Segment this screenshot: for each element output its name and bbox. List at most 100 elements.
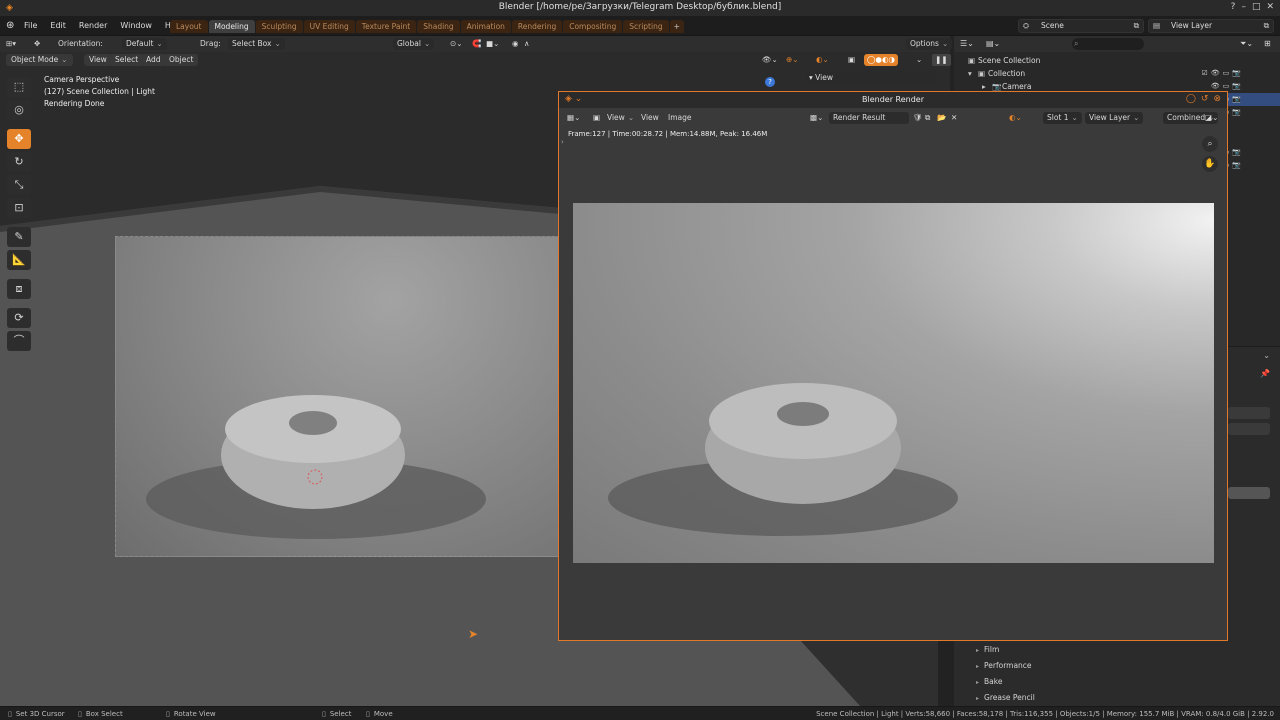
tab-texture-paint[interactable]: Texture Paint bbox=[355, 20, 417, 33]
visibility-icon[interactable]: 👁⌄ bbox=[762, 54, 778, 66]
tab-modeling[interactable]: Modeling bbox=[208, 20, 255, 33]
duplicate-image-icon[interactable]: ⧉ bbox=[925, 112, 930, 124]
transform-orientation-dropdown[interactable]: Global ⌄ bbox=[393, 38, 435, 50]
mode-selector[interactable]: Object Mode ⌄ bbox=[6, 54, 73, 66]
section-bake[interactable]: ▸ Bake bbox=[976, 677, 1002, 686]
options-dropdown[interactable]: Options ⌄ bbox=[906, 38, 953, 50]
rotate-tool-icon[interactable]: ↻ bbox=[7, 152, 31, 172]
image-name-field[interactable]: Render Result bbox=[829, 112, 909, 124]
zoom-icon[interactable]: ⌕ bbox=[1202, 136, 1218, 152]
properties-field[interactable] bbox=[1228, 487, 1270, 499]
menu-image[interactable]: Image bbox=[668, 112, 692, 124]
snap-icon[interactable]: 🧲 bbox=[472, 38, 481, 50]
pan-hand-icon[interactable]: ✋ bbox=[1202, 156, 1218, 172]
visibility-toggles[interactable]: ☑👁▭📷 bbox=[1202, 67, 1245, 80]
new-scene-icon[interactable]: ⧉ bbox=[1134, 20, 1139, 32]
add-workspace-button[interactable]: + bbox=[669, 20, 684, 33]
help-icon[interactable]: ? bbox=[1231, 2, 1236, 12]
scene-selector[interactable]: ⛭ Scene ⧉ bbox=[1018, 19, 1144, 33]
falloff-icon[interactable]: ∧ bbox=[524, 38, 530, 50]
select-tool-icon[interactable]: ⬚ bbox=[7, 77, 31, 97]
display-mode-icon[interactable]: ▤⌄ bbox=[986, 38, 1000, 50]
properties-field[interactable] bbox=[1228, 423, 1270, 435]
properties-options-icon[interactable]: ⌄ bbox=[1263, 351, 1270, 360]
section-film[interactable]: ▸ Film bbox=[976, 645, 999, 654]
pause-render-icon[interactable]: ❚❚ bbox=[932, 54, 951, 66]
menu-render[interactable]: Render bbox=[79, 21, 107, 30]
overlay-toggle-icon[interactable]: ◐⌄ bbox=[816, 54, 829, 66]
maximize-icon[interactable]: □ bbox=[1252, 2, 1261, 12]
menu-edit[interactable]: Edit bbox=[50, 21, 66, 30]
menu-select[interactable]: Select bbox=[110, 54, 144, 66]
tab-shading[interactable]: Shading bbox=[417, 20, 460, 33]
spin-tool-icon[interactable]: ⟳ bbox=[7, 308, 31, 328]
filter-icon[interactable]: ⏷⌄ bbox=[1240, 38, 1253, 50]
sidebar-expand-icon[interactable]: › bbox=[561, 138, 564, 146]
section-performance[interactable]: ▸ Performance bbox=[976, 661, 1032, 670]
menu-file[interactable]: File bbox=[24, 21, 37, 30]
pivot-point-icon[interactable]: ⊙⌄ bbox=[450, 38, 463, 50]
tab-animation[interactable]: Animation bbox=[460, 20, 511, 33]
annotate-tool-icon[interactable]: ✎ bbox=[7, 227, 31, 247]
help-hint-icon[interactable]: ? bbox=[765, 77, 775, 87]
minimize-icon[interactable]: – bbox=[1241, 2, 1246, 12]
image-editor-type-icon[interactable]: ▦⌄ bbox=[567, 112, 580, 124]
image-browse-icon[interactable]: ▩⌄ bbox=[810, 112, 823, 124]
unlink-image-icon[interactable]: ✕ bbox=[951, 112, 957, 124]
tab-scripting[interactable]: Scripting bbox=[623, 20, 669, 33]
gizmo-toggle-icon[interactable]: ⊕⌄ bbox=[786, 54, 799, 66]
tab-layout[interactable]: Layout bbox=[170, 20, 208, 33]
measure-tool-icon[interactable]: 📐 bbox=[7, 250, 31, 270]
menu-view-dropdown[interactable]: View ⌄ bbox=[607, 112, 634, 124]
outliner-row-scene-collection[interactable]: ▣ Scene Collection bbox=[954, 54, 1280, 67]
minimize-icon[interactable]: ◯ bbox=[1186, 94, 1196, 104]
move-tool-icon[interactable]: ✥ bbox=[7, 129, 31, 149]
menu-object[interactable]: Object bbox=[164, 54, 199, 66]
menu-view[interactable]: View bbox=[84, 54, 112, 66]
shading-options-icon[interactable]: ⌄ bbox=[916, 54, 922, 66]
close-icon[interactable]: ⊗ bbox=[1213, 94, 1221, 104]
add-cube-tool-icon[interactable]: ⧈ bbox=[7, 279, 31, 299]
display-channels-icon[interactable]: ◪⌄ bbox=[1205, 112, 1218, 124]
outliner-editor-type-icon[interactable]: ☰⌄ bbox=[960, 38, 974, 50]
collapsed-icon: ▸ bbox=[976, 679, 980, 686]
menu-view[interactable]: View bbox=[641, 112, 659, 124]
overlay-icon[interactable]: ◐⌄ bbox=[1009, 112, 1022, 124]
view-layer-selector[interactable]: ▤ View Layer ⧉ bbox=[1148, 19, 1274, 33]
restore-icon[interactable]: ↺ bbox=[1201, 94, 1209, 104]
sidebar-view-panel[interactable]: ▾ View bbox=[806, 71, 936, 84]
xray-icon[interactable]: ▣ bbox=[848, 54, 855, 66]
drag-dropdown[interactable]: Select Box ⌄ bbox=[228, 38, 285, 50]
editor-type-icon[interactable]: ⊞▾ bbox=[6, 38, 16, 50]
snap-target-icon[interactable]: ■⌄ bbox=[486, 38, 499, 50]
fake-user-icon[interactable]: 🛡 bbox=[913, 112, 923, 124]
menu-add[interactable]: Add bbox=[141, 54, 166, 66]
properties-field[interactable] bbox=[1228, 407, 1270, 419]
section-grease-pencil[interactable]: ▸ Grease Pencil bbox=[976, 693, 1035, 702]
tab-rendering[interactable]: Rendering bbox=[511, 20, 563, 33]
open-image-icon[interactable]: 📂 bbox=[937, 112, 946, 124]
view-mode-icon[interactable]: ▣ bbox=[593, 112, 600, 124]
outliner-row-collection[interactable]: ▾ ▣ Collection ☑👁▭📷 bbox=[954, 67, 1280, 80]
shrink-fatten-tool-icon[interactable]: ⌒ bbox=[7, 331, 31, 351]
tab-sculpting[interactable]: Sculpting bbox=[255, 20, 303, 33]
new-view-layer-icon[interactable]: ⧉ bbox=[1264, 20, 1269, 32]
scale-tool-icon[interactable]: ⤡ bbox=[7, 175, 31, 195]
slot-dropdown[interactable]: Slot 1 ⌄ bbox=[1043, 112, 1082, 124]
new-collection-icon[interactable]: ⊞ bbox=[1264, 38, 1271, 50]
outliner-search-input[interactable] bbox=[1072, 38, 1144, 50]
tab-uv-editing[interactable]: UV Editing bbox=[303, 20, 355, 33]
blender-logo-icon[interactable]: ⊛ bbox=[6, 20, 18, 32]
transform-tool-icon[interactable]: ⊡ bbox=[7, 198, 31, 218]
cursor-tool-icon[interactable]: ◎ bbox=[7, 100, 31, 120]
view-layer-dropdown[interactable]: View Layer ⌄ bbox=[1085, 112, 1144, 124]
proportional-edit-icon[interactable]: ◉ bbox=[512, 38, 519, 50]
shading-modes-group[interactable]: ◯●◐◑ bbox=[864, 54, 899, 66]
close-icon[interactable]: ✕ bbox=[1266, 2, 1274, 12]
menu-window[interactable]: Window bbox=[120, 21, 152, 30]
transform-gizmo-icon[interactable]: ✥ bbox=[34, 38, 40, 50]
tab-compositing[interactable]: Compositing bbox=[563, 20, 623, 33]
status-select-label: Select bbox=[329, 710, 352, 718]
pin-icon[interactable]: 📌 bbox=[1260, 369, 1270, 378]
orientation-dropdown[interactable]: Default ⌄ bbox=[122, 38, 167, 50]
